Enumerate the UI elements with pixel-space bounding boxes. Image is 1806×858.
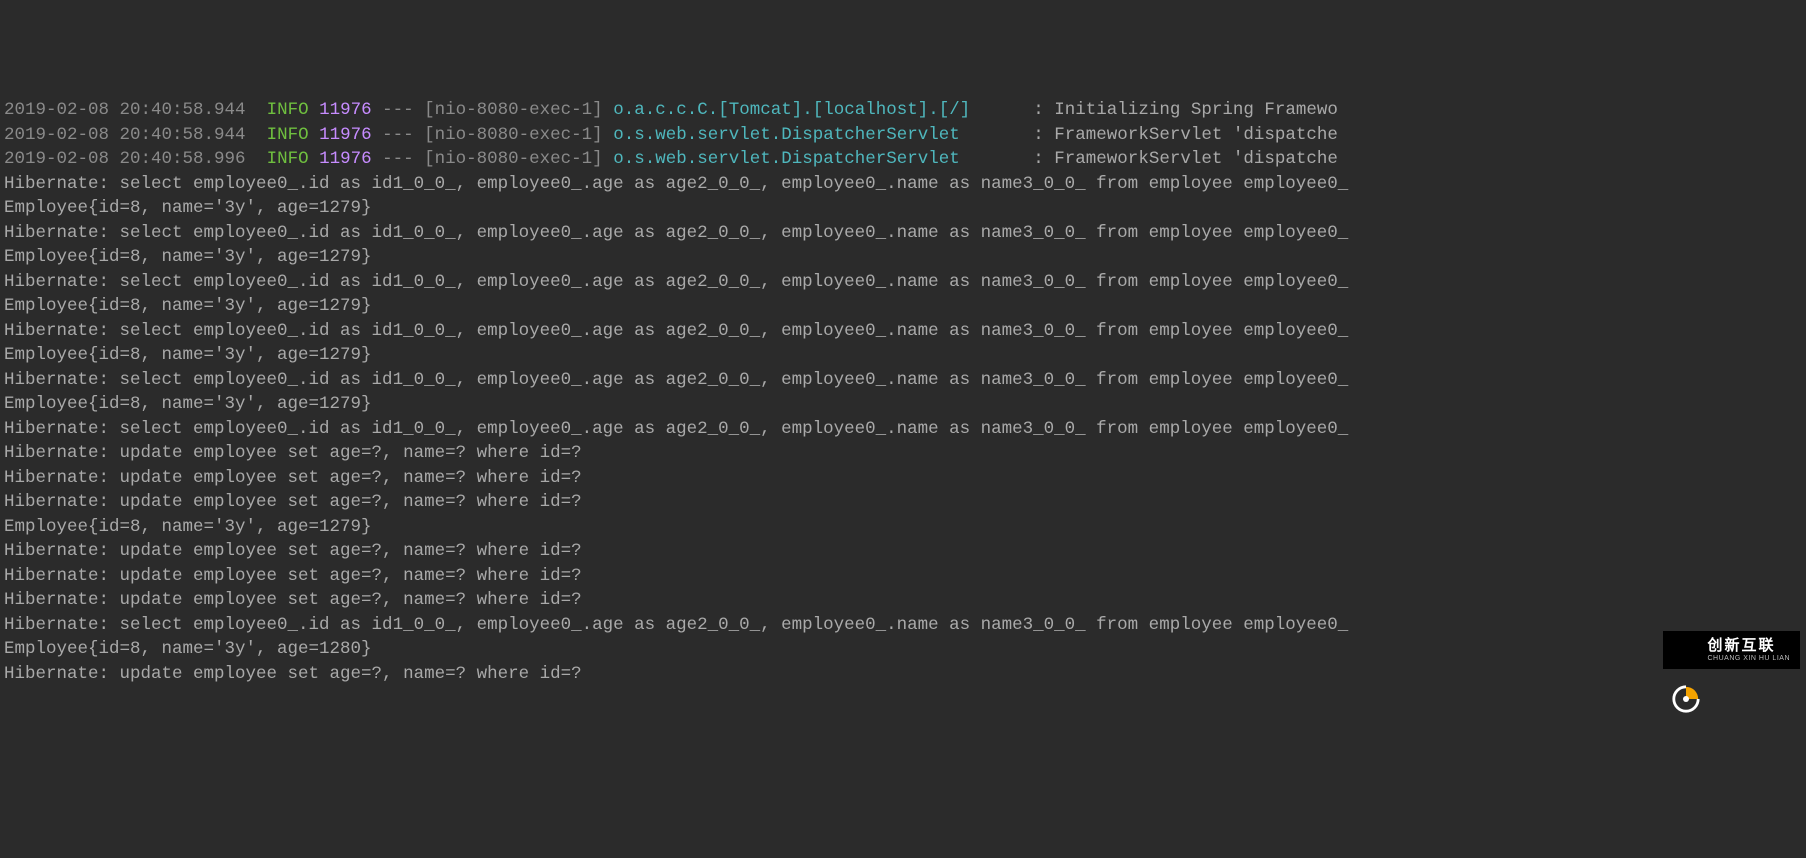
log-line: Employee{id=8, name='3y', age=1279} bbox=[4, 196, 1802, 221]
log-line: Employee{id=8, name='3y', age=1279} bbox=[4, 294, 1802, 319]
logo-icon bbox=[1671, 635, 1701, 665]
log-pid: 11976 bbox=[319, 100, 372, 120]
log-line: 2019-02-08 20:40:58.944 INFO 11976 --- [… bbox=[4, 98, 1802, 123]
watermark-text-big: 创新互联 bbox=[1707, 638, 1790, 653]
console-output[interactable]: 2019-02-08 20:40:58.944 INFO 11976 --- [… bbox=[0, 98, 1806, 686]
log-line: Hibernate: update employee set age=?, na… bbox=[4, 564, 1802, 589]
log-line: Hibernate: update employee set age=?, na… bbox=[4, 466, 1802, 491]
log-line: Employee{id=8, name='3y', age=1279} bbox=[4, 343, 1802, 368]
log-line: Employee{id=8, name='3y', age=1279} bbox=[4, 515, 1802, 540]
log-message: : Initializing Spring Framewo bbox=[1033, 100, 1338, 120]
log-timestamp: 2019-02-08 20:40:58.944 bbox=[4, 125, 246, 145]
log-thread: [nio-8080-exec-1] bbox=[424, 100, 603, 120]
log-message: : FrameworkServlet 'dispatche bbox=[1033, 125, 1338, 145]
log-line: Hibernate: select employee0_.id as id1_0… bbox=[4, 319, 1802, 344]
log-line: Hibernate: update employee set age=?, na… bbox=[4, 539, 1802, 564]
log-timestamp: 2019-02-08 20:40:58.996 bbox=[4, 149, 246, 169]
log-timestamp: 2019-02-08 20:40:58.944 bbox=[4, 100, 246, 120]
watermark-text-small: CHUANG XIN HU LIAN bbox=[1707, 655, 1790, 662]
log-pid: 11976 bbox=[319, 149, 372, 169]
log-line: Hibernate: select employee0_.id as id1_0… bbox=[4, 368, 1802, 393]
log-line: 2019-02-08 20:40:58.944 INFO 11976 --- [… bbox=[4, 123, 1802, 148]
log-pid: 11976 bbox=[319, 125, 372, 145]
log-line: Hibernate: update employee set age=?, na… bbox=[4, 441, 1802, 466]
log-line: Hibernate: select employee0_.id as id1_0… bbox=[4, 613, 1802, 638]
log-logger: o.s.web.servlet.DispatcherServlet bbox=[613, 149, 1023, 169]
log-line: Employee{id=8, name='3y', age=1279} bbox=[4, 245, 1802, 270]
log-thread: [nio-8080-exec-1] bbox=[424, 149, 603, 169]
log-line: Hibernate: update employee set age=?, na… bbox=[4, 490, 1802, 515]
log-line: Hibernate: select employee0_.id as id1_0… bbox=[4, 172, 1802, 197]
log-separator: --- bbox=[382, 125, 414, 145]
log-level: INFO bbox=[267, 149, 309, 169]
log-line: Hibernate: select employee0_.id as id1_0… bbox=[4, 270, 1802, 295]
log-line: Hibernate: update employee set age=?, na… bbox=[4, 588, 1802, 613]
watermark-logo: 创新互联 CHUANG XIN HU LIAN bbox=[1663, 631, 1800, 669]
log-line: 2019-02-08 20:40:58.996 INFO 11976 --- [… bbox=[4, 147, 1802, 172]
log-level: INFO bbox=[267, 125, 309, 145]
log-logger: o.a.c.c.C.[Tomcat].[localhost].[/] bbox=[613, 100, 1023, 120]
log-logger: o.s.web.servlet.DispatcherServlet bbox=[613, 125, 1023, 145]
log-level: INFO bbox=[267, 100, 309, 120]
log-line: Hibernate: select employee0_.id as id1_0… bbox=[4, 417, 1802, 442]
log-separator: --- bbox=[382, 149, 414, 169]
log-thread: [nio-8080-exec-1] bbox=[424, 125, 603, 145]
log-line: Employee{id=8, name='3y', age=1279} bbox=[4, 392, 1802, 417]
log-line: Hibernate: select employee0_.id as id1_0… bbox=[4, 221, 1802, 246]
log-line: Hibernate: update employee set age=?, na… bbox=[4, 662, 1802, 687]
log-line: Employee{id=8, name='3y', age=1280} bbox=[4, 637, 1802, 662]
log-message: : FrameworkServlet 'dispatche bbox=[1033, 149, 1338, 169]
log-separator: --- bbox=[382, 100, 414, 120]
